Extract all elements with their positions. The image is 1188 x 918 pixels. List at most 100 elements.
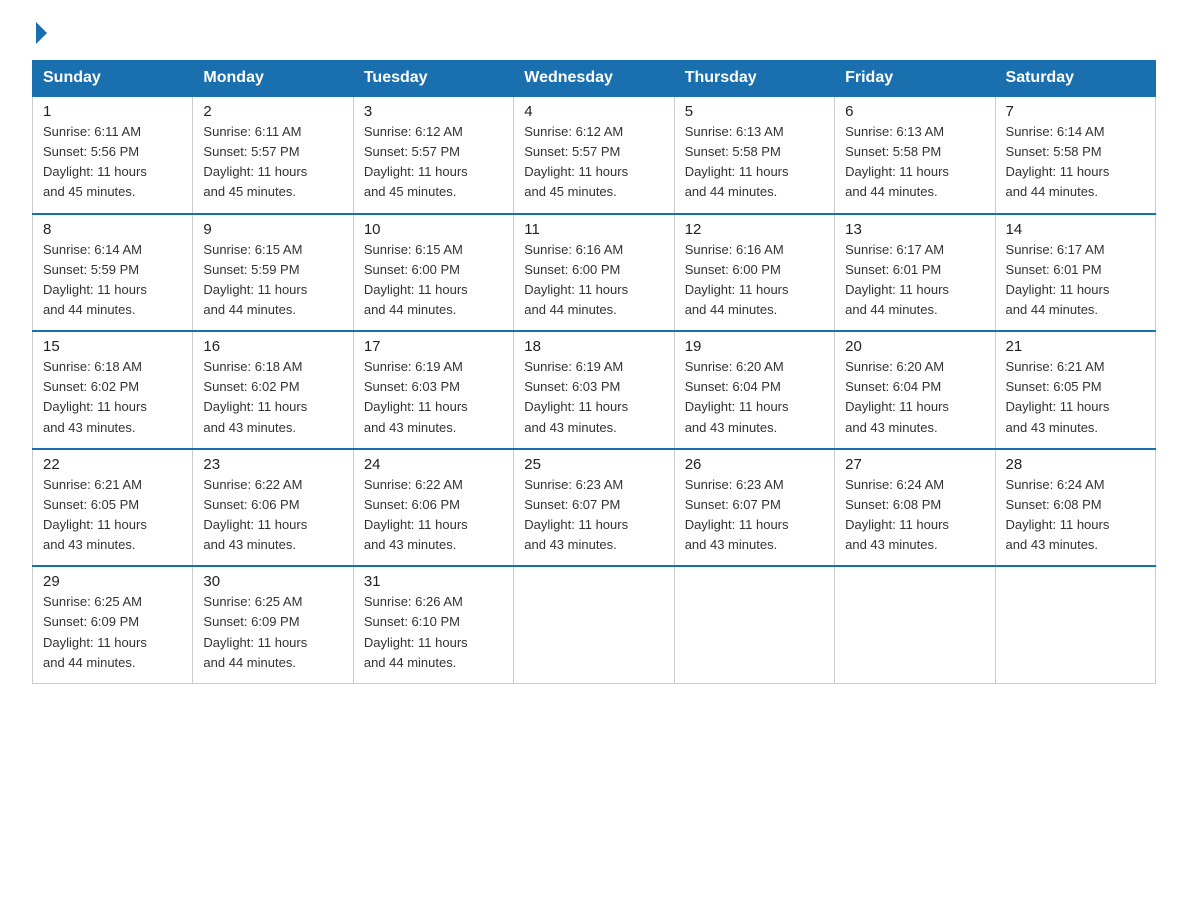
day-number: 31 — [364, 573, 503, 590]
day-info: Sunrise: 6:16 AMSunset: 6:00 PMDaylight:… — [524, 240, 663, 321]
calendar-day-cell: 5 Sunrise: 6:13 AMSunset: 5:58 PMDaylight… — [674, 96, 834, 214]
calendar-day-cell — [514, 566, 674, 683]
day-info: Sunrise: 6:15 AMSunset: 6:00 PMDaylight:… — [364, 240, 503, 321]
day-info: Sunrise: 6:12 AMSunset: 5:57 PMDaylight:… — [524, 122, 663, 203]
calendar-day-cell: 29 Sunrise: 6:25 AMSunset: 6:09 PMDayligh… — [33, 566, 193, 683]
day-info: Sunrise: 6:11 AMSunset: 5:57 PMDaylight:… — [203, 122, 342, 203]
day-info: Sunrise: 6:24 AMSunset: 6:08 PMDaylight:… — [1006, 475, 1145, 556]
calendar-day-cell: 28Sunrise: 6:24 AMSunset: 6:08 PMDayligh… — [995, 449, 1155, 567]
calendar-day-cell: 6 Sunrise: 6:13 AMSunset: 5:58 PMDaylight… — [835, 96, 995, 214]
day-number: 27 — [845, 456, 984, 473]
day-info: Sunrise: 6:26 AMSunset: 6:10 PMDaylight:… — [364, 592, 503, 673]
calendar-day-header: Thursday — [674, 61, 834, 97]
calendar-week-row: 15 Sunrise: 6:18 AMSunset: 6:02 PMDayligh… — [33, 331, 1156, 449]
day-number: 21 — [1006, 338, 1145, 355]
calendar-day-cell: 1Sunrise: 6:11 AMSunset: 5:56 PMDaylight… — [33, 96, 193, 214]
calendar-day-cell: 9 Sunrise: 6:15 AMSunset: 5:59 PMDaylight… — [193, 214, 353, 332]
calendar-day-header: Wednesday — [514, 61, 674, 97]
day-info: Sunrise: 6:19 AMSunset: 6:03 PMDaylight:… — [364, 357, 503, 438]
calendar-day-cell: 24Sunrise: 6:22 AMSunset: 6:06 PMDayligh… — [353, 449, 513, 567]
page-header — [32, 24, 1156, 42]
calendar-day-cell: 14 Sunrise: 6:17 AMSunset: 6:01 PMDayligh… — [995, 214, 1155, 332]
day-number: 5 — [685, 103, 824, 120]
calendar-day-cell: 3 Sunrise: 6:12 AMSunset: 5:57 PMDaylight… — [353, 96, 513, 214]
calendar-week-row: 1Sunrise: 6:11 AMSunset: 5:56 PMDaylight… — [33, 96, 1156, 214]
day-info: Sunrise: 6:25 AMSunset: 6:09 PMDaylight:… — [203, 592, 342, 673]
calendar-day-header: Tuesday — [353, 61, 513, 97]
calendar-day-cell: 19 Sunrise: 6:20 AMSunset: 6:04 PMDayligh… — [674, 331, 834, 449]
day-info: Sunrise: 6:25 AMSunset: 6:09 PMDaylight:… — [43, 592, 182, 673]
calendar-day-cell: 13 Sunrise: 6:17 AMSunset: 6:01 PMDayligh… — [835, 214, 995, 332]
day-number: 6 — [845, 103, 984, 120]
day-number: 18 — [524, 338, 663, 355]
day-number: 22 — [43, 456, 182, 473]
calendar-day-cell: 10Sunrise: 6:15 AMSunset: 6:00 PMDayligh… — [353, 214, 513, 332]
day-info: Sunrise: 6:21 AMSunset: 6:05 PMDaylight:… — [1006, 357, 1145, 438]
logo-arrow-icon — [36, 22, 47, 44]
day-info: Sunrise: 6:16 AMSunset: 6:00 PMDaylight:… — [685, 240, 824, 321]
day-info: Sunrise: 6:22 AMSunset: 6:06 PMDaylight:… — [364, 475, 503, 556]
calendar-day-cell: 23 Sunrise: 6:22 AMSunset: 6:06 PMDayligh… — [193, 449, 353, 567]
calendar-day-header: Friday — [835, 61, 995, 97]
day-info: Sunrise: 6:12 AMSunset: 5:57 PMDaylight:… — [364, 122, 503, 203]
day-info: Sunrise: 6:11 AMSunset: 5:56 PMDaylight:… — [43, 122, 182, 203]
day-number: 11 — [524, 221, 663, 238]
calendar-day-cell: 12 Sunrise: 6:16 AMSunset: 6:00 PMDayligh… — [674, 214, 834, 332]
day-number: 19 — [685, 338, 824, 355]
calendar-week-row: 22 Sunrise: 6:21 AMSunset: 6:05 PMDayligh… — [33, 449, 1156, 567]
day-number: 23 — [203, 456, 342, 473]
day-number: 14 — [1006, 221, 1145, 238]
day-number: 26 — [685, 456, 824, 473]
day-info: Sunrise: 6:20 AMSunset: 6:04 PMDaylight:… — [685, 357, 824, 438]
calendar-day-cell: 27 Sunrise: 6:24 AMSunset: 6:08 PMDayligh… — [835, 449, 995, 567]
day-number: 30 — [203, 573, 342, 590]
calendar-day-cell: 30 Sunrise: 6:25 AMSunset: 6:09 PMDayligh… — [193, 566, 353, 683]
day-info: Sunrise: 6:18 AMSunset: 6:02 PMDaylight:… — [203, 357, 342, 438]
calendar-day-cell: 17 Sunrise: 6:19 AMSunset: 6:03 PMDayligh… — [353, 331, 513, 449]
day-info: Sunrise: 6:22 AMSunset: 6:06 PMDaylight:… — [203, 475, 342, 556]
day-info: Sunrise: 6:20 AMSunset: 6:04 PMDaylight:… — [845, 357, 984, 438]
calendar-week-row: 8Sunrise: 6:14 AMSunset: 5:59 PMDaylight… — [33, 214, 1156, 332]
calendar-day-cell: 8Sunrise: 6:14 AMSunset: 5:59 PMDaylight… — [33, 214, 193, 332]
calendar-day-cell: 18 Sunrise: 6:19 AMSunset: 6:03 PMDayligh… — [514, 331, 674, 449]
calendar-day-cell: 16 Sunrise: 6:18 AMSunset: 6:02 PMDayligh… — [193, 331, 353, 449]
day-info: Sunrise: 6:21 AMSunset: 6:05 PMDaylight:… — [43, 475, 182, 556]
day-number: 9 — [203, 221, 342, 238]
day-number: 16 — [203, 338, 342, 355]
calendar-day-cell: 15 Sunrise: 6:18 AMSunset: 6:02 PMDayligh… — [33, 331, 193, 449]
calendar-day-cell: 21 Sunrise: 6:21 AMSunset: 6:05 PMDayligh… — [995, 331, 1155, 449]
calendar-day-cell — [835, 566, 995, 683]
day-info: Sunrise: 6:15 AMSunset: 5:59 PMDaylight:… — [203, 240, 342, 321]
day-info: Sunrise: 6:18 AMSunset: 6:02 PMDaylight:… — [43, 357, 182, 438]
day-number: 12 — [685, 221, 824, 238]
day-info: Sunrise: 6:17 AMSunset: 6:01 PMDaylight:… — [1006, 240, 1145, 321]
calendar-day-cell: 26 Sunrise: 6:23 AMSunset: 6:07 PMDayligh… — [674, 449, 834, 567]
day-number: 20 — [845, 338, 984, 355]
day-number: 3 — [364, 103, 503, 120]
calendar-day-cell — [674, 566, 834, 683]
day-info: Sunrise: 6:13 AMSunset: 5:58 PMDaylight:… — [845, 122, 984, 203]
calendar-day-cell: 20 Sunrise: 6:20 AMSunset: 6:04 PMDayligh… — [835, 331, 995, 449]
day-info: Sunrise: 6:14 AMSunset: 5:59 PMDaylight:… — [43, 240, 182, 321]
day-number: 17 — [364, 338, 503, 355]
day-number: 15 — [43, 338, 182, 355]
day-info: Sunrise: 6:23 AMSunset: 6:07 PMDaylight:… — [685, 475, 824, 556]
calendar-day-header: Saturday — [995, 61, 1155, 97]
calendar-day-cell: 7 Sunrise: 6:14 AMSunset: 5:58 PMDaylight… — [995, 96, 1155, 214]
calendar-day-cell: 2 Sunrise: 6:11 AMSunset: 5:57 PMDaylight… — [193, 96, 353, 214]
calendar-day-cell — [995, 566, 1155, 683]
calendar-day-cell: 25Sunrise: 6:23 AMSunset: 6:07 PMDayligh… — [514, 449, 674, 567]
day-info: Sunrise: 6:13 AMSunset: 5:58 PMDaylight:… — [685, 122, 824, 203]
day-number: 13 — [845, 221, 984, 238]
day-number: 2 — [203, 103, 342, 120]
day-number: 4 — [524, 103, 663, 120]
calendar-day-header: Monday — [193, 61, 353, 97]
day-info: Sunrise: 6:19 AMSunset: 6:03 PMDaylight:… — [524, 357, 663, 438]
day-number: 7 — [1006, 103, 1145, 120]
calendar-day-cell: 11 Sunrise: 6:16 AMSunset: 6:00 PMDayligh… — [514, 214, 674, 332]
day-info: Sunrise: 6:24 AMSunset: 6:08 PMDaylight:… — [845, 475, 984, 556]
logo — [32, 24, 47, 42]
day-number: 29 — [43, 573, 182, 590]
day-info: Sunrise: 6:14 AMSunset: 5:58 PMDaylight:… — [1006, 122, 1145, 203]
day-info: Sunrise: 6:17 AMSunset: 6:01 PMDaylight:… — [845, 240, 984, 321]
